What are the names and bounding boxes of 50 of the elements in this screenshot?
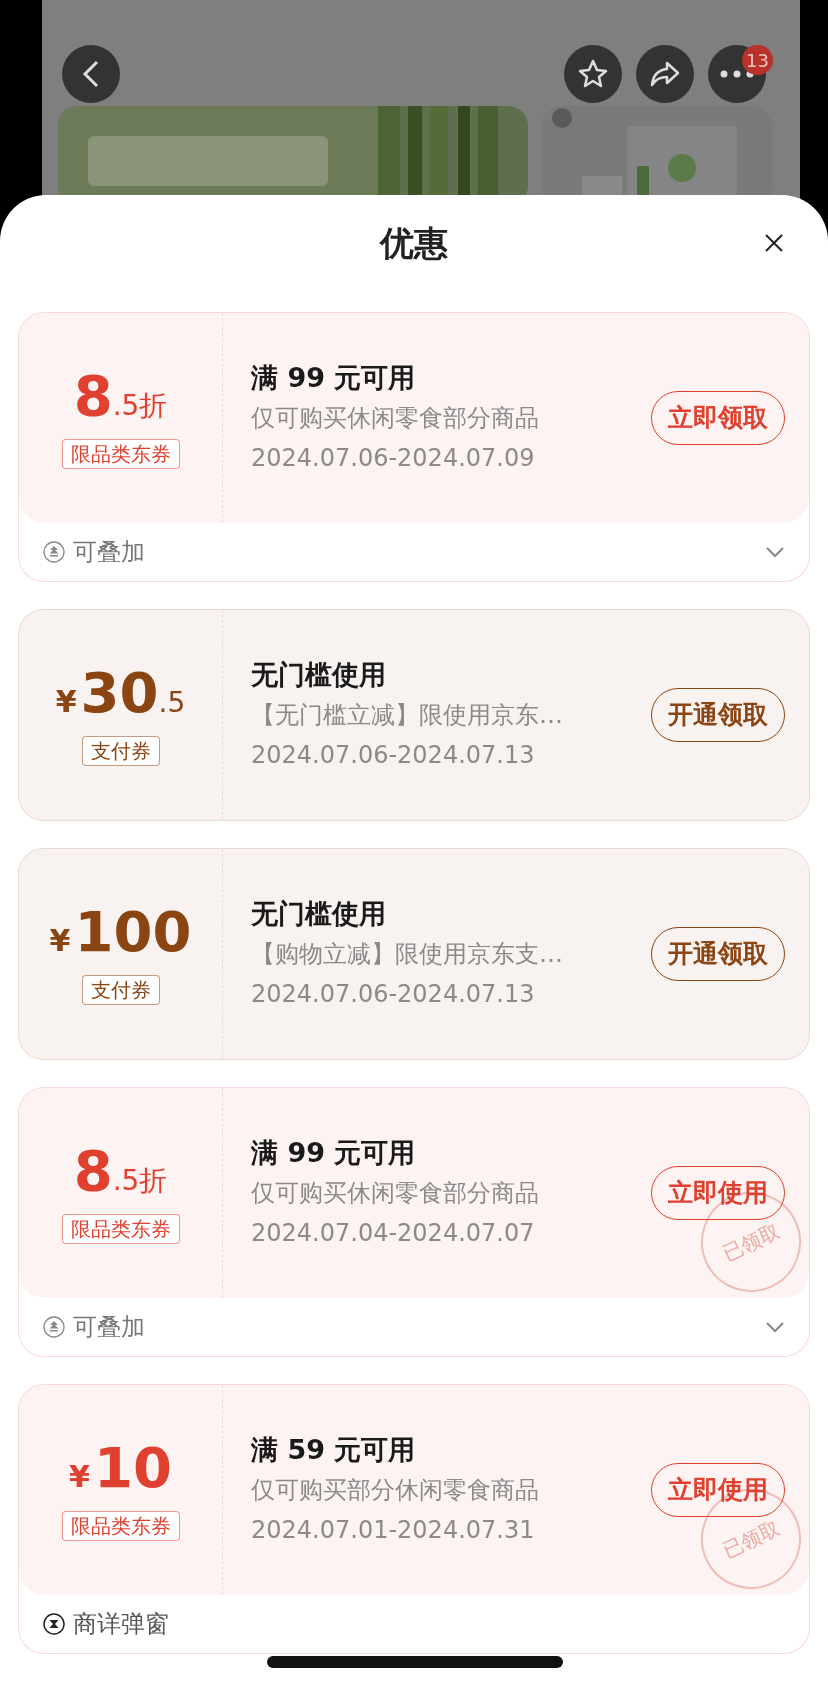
favorite-button[interactable] <box>564 45 622 103</box>
discount-unit: 折 <box>139 1162 168 1199</box>
coupon-tag: 限品类东券 <box>61 1510 180 1541</box>
coupon-decimal: .5 <box>112 1162 140 1199</box>
currency-symbol: ¥ <box>55 682 77 721</box>
stack-icon <box>43 1316 65 1338</box>
coupon-dates: 2024.07.01-2024.07.31 <box>251 1515 536 1546</box>
notification-badge: 13 <box>742 45 773 75</box>
coupon-dates: 2024.07.06-2024.07.09 <box>251 443 536 474</box>
coupon-decimal: .5 <box>158 684 186 721</box>
coupon-title: 无门槛使用 <box>251 897 387 931</box>
coupon-title: 满 99 元可用 <box>251 1136 417 1170</box>
footer-label: 商详弹窗 <box>73 1609 169 1640</box>
coupon-decimal: .5 <box>112 387 140 424</box>
coupon-tag: 限品类东券 <box>61 1213 180 1244</box>
coupon-amount: 100 <box>74 903 192 960</box>
share-button[interactable] <box>636 45 694 103</box>
star-icon <box>577 58 609 90</box>
coupon-amount: 8 <box>73 367 113 424</box>
currency-symbol: ¥ <box>69 1457 90 1496</box>
coupon-description: 【购物立减】限使用京东支… <box>251 939 564 970</box>
coupon-title: 无门槛使用 <box>251 658 387 692</box>
currency-symbol: ¥ <box>49 921 71 960</box>
stack-icon <box>43 541 65 563</box>
coupon-amount: 8 <box>73 1142 113 1199</box>
coupon-description: 仅可购买休闲零食部分商品 <box>251 403 540 434</box>
coupon-description: 仅可购买休闲零食部分商品 <box>251 1178 540 1209</box>
back-button[interactable] <box>62 45 120 103</box>
back-icon <box>82 60 100 88</box>
coupon-amount: 10 <box>93 1439 172 1496</box>
chevron-down-icon[interactable] <box>765 546 785 558</box>
coupon-description: 【无门槛立减】限使用京东… <box>251 700 564 731</box>
sheet-title: 优惠 <box>380 221 448 265</box>
discount-unit: 折 <box>139 387 168 424</box>
close-icon[interactable] <box>764 233 784 253</box>
coupon-dates: 2024.07.04-2024.07.07 <box>251 1218 536 1249</box>
coupon-dates: 2024.07.06-2024.07.13 <box>251 740 536 771</box>
popup-icon <box>43 1613 65 1635</box>
chevron-down-icon[interactable] <box>765 1321 785 1333</box>
footer-label: 可叠加 <box>73 537 145 568</box>
coupon-amount: 30 <box>80 664 159 721</box>
coupon-description: 仅可购买部分休闲零食商品 <box>251 1475 540 1506</box>
share-icon <box>649 60 681 88</box>
footer-label: 可叠加 <box>73 1312 145 1343</box>
coupon-tag: 支付券 <box>81 974 160 1005</box>
coupon-tag: 支付券 <box>81 735 160 766</box>
coupon-title: 满 59 元可用 <box>251 1433 417 1467</box>
coupon-dates: 2024.07.06-2024.07.13 <box>251 979 536 1010</box>
coupon-tag: 限品类东券 <box>61 438 180 469</box>
coupon-title: 满 99 元可用 <box>251 361 417 395</box>
